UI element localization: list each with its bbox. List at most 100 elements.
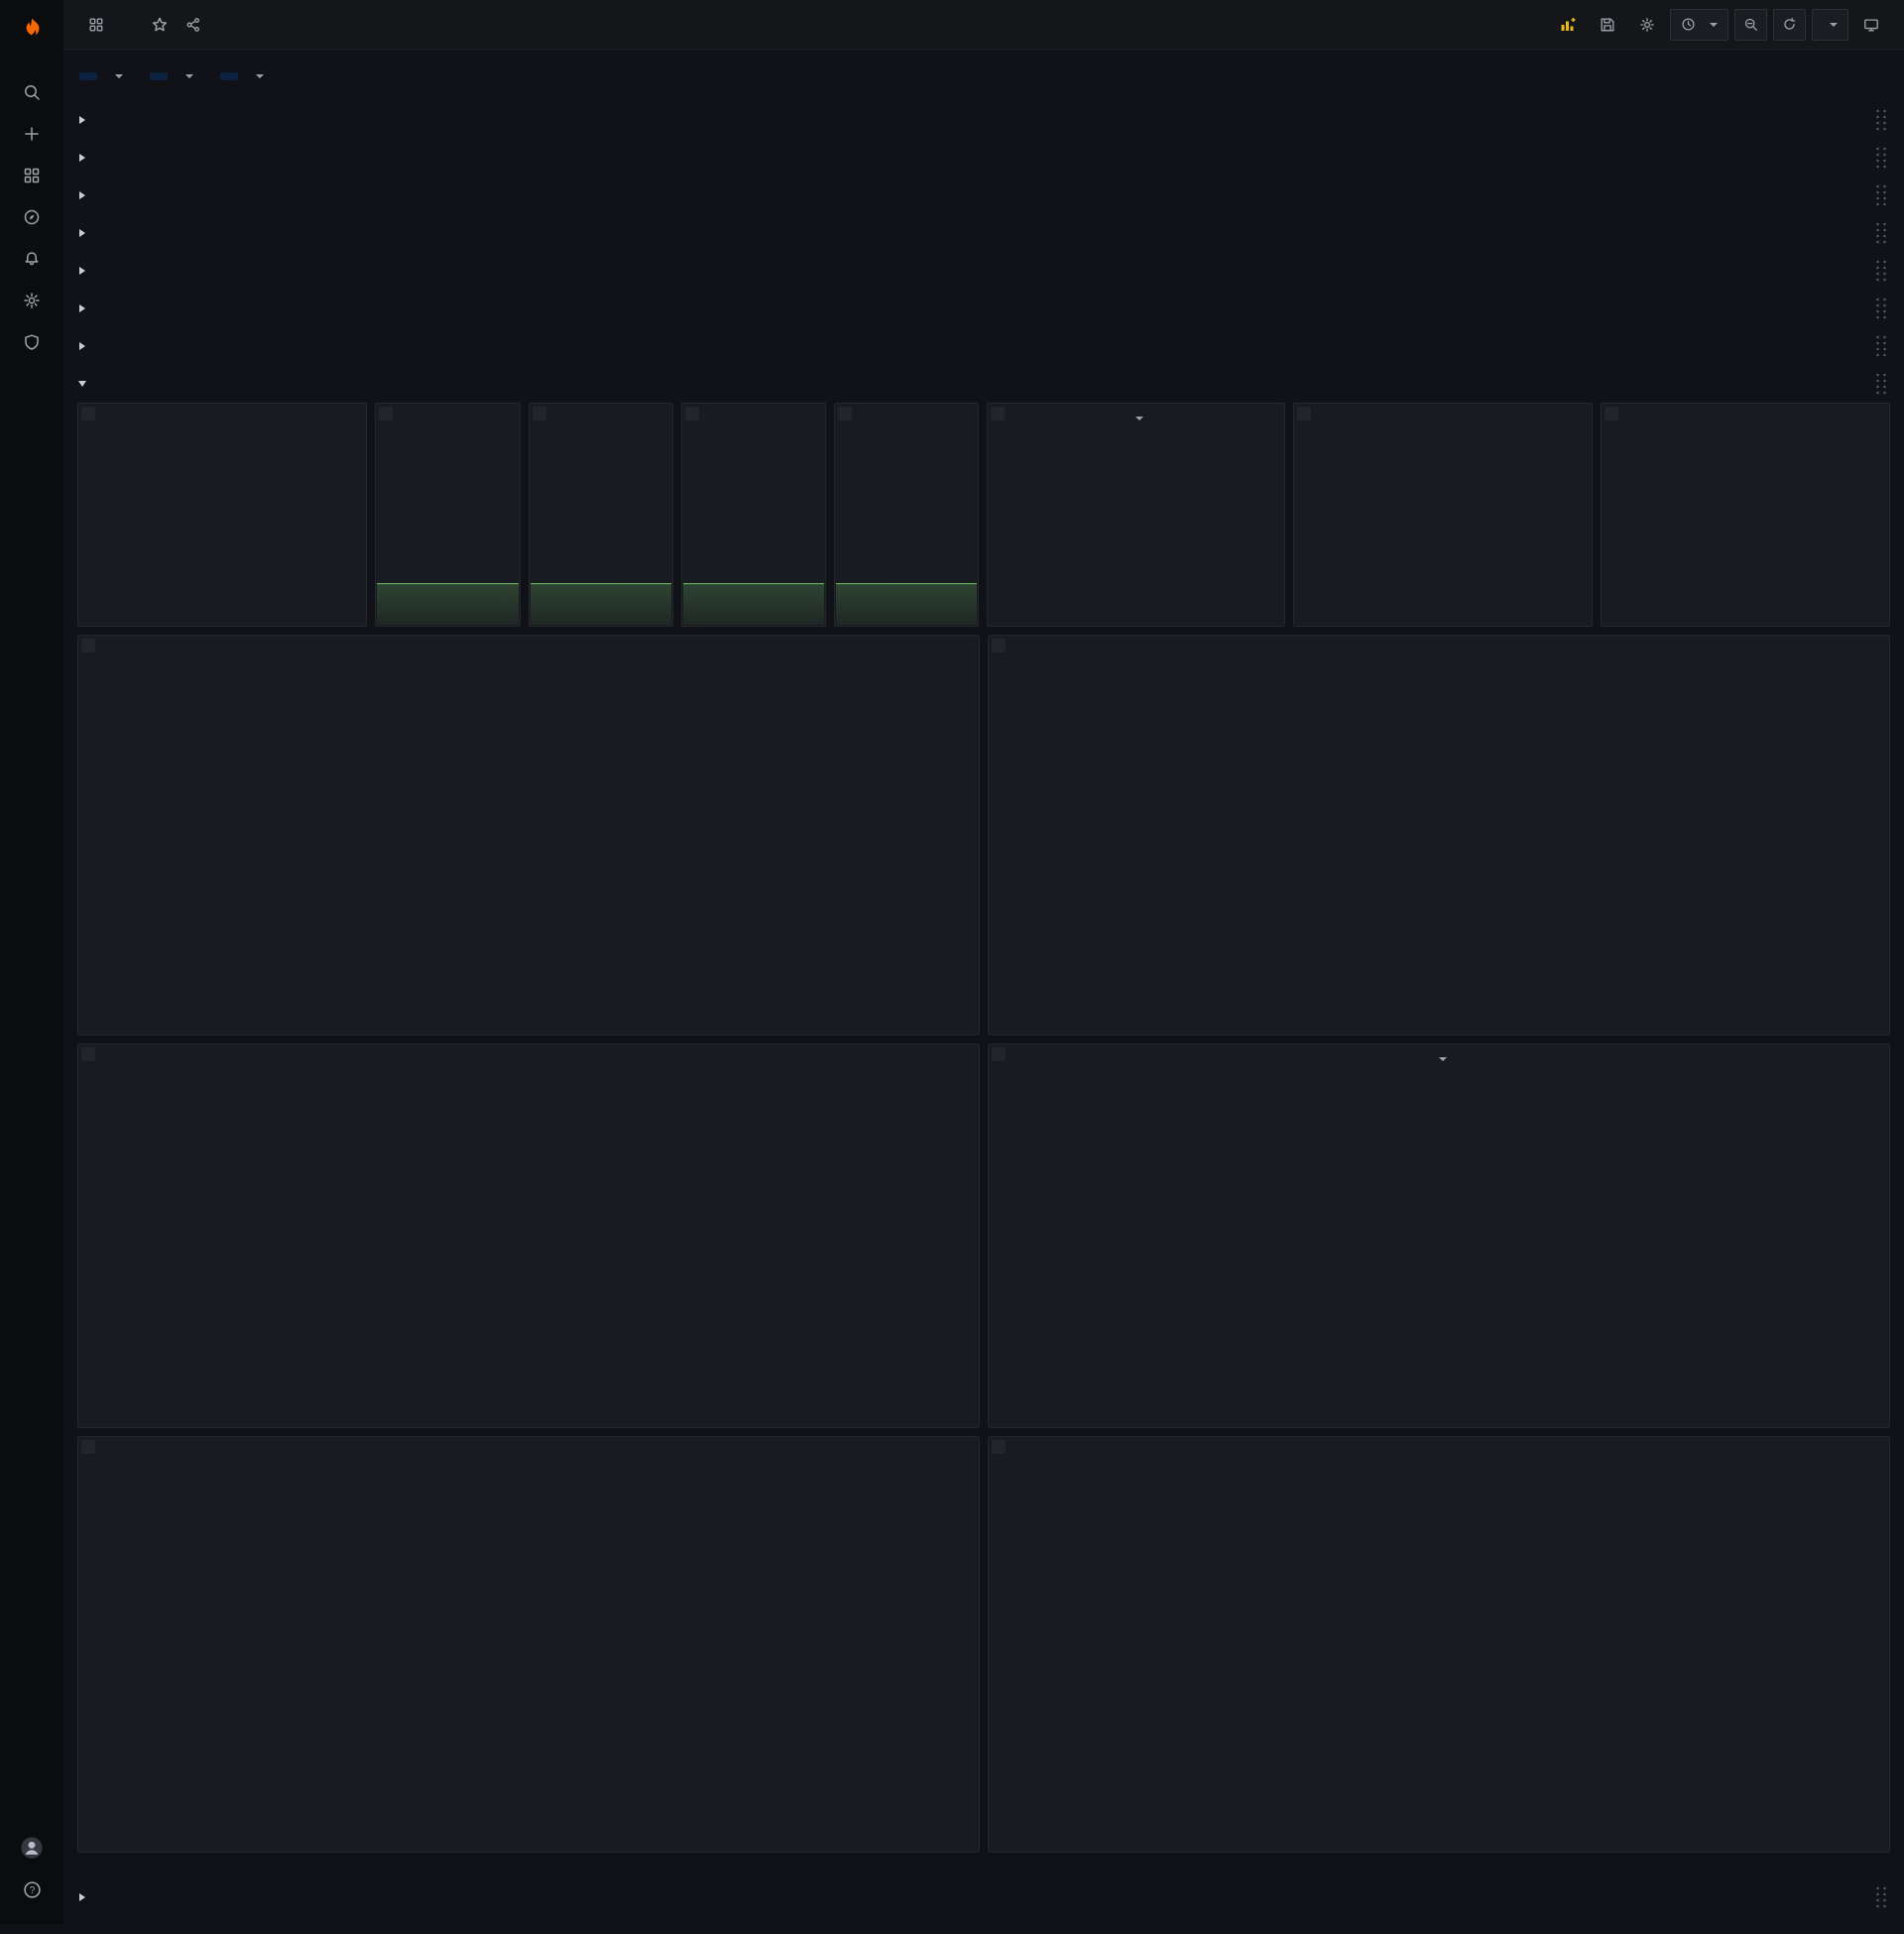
variable-value-dropdown[interactable] [99,70,132,82]
charts-row-3 [77,1436,1890,1853]
add-panel-icon[interactable] [1551,4,1585,46]
panel-title[interactable] [989,1437,1889,1467]
y-axis-label [84,1080,100,1417]
variable-value-dropdown[interactable] [170,70,202,82]
refresh-interval-select[interactable] [1812,9,1848,41]
row-drag-handle[interactable] [1874,334,1888,358]
refresh-button[interactable] [1773,9,1806,41]
stats-row [77,403,1890,627]
share-icon[interactable] [178,4,208,46]
panel-info-icon[interactable] [81,407,95,421]
panel-info-icon[interactable] [838,407,852,421]
variable-database [150,70,202,82]
chevron-down-icon [256,74,264,78]
right-axis-label [953,671,969,1025]
row-mnodes-overview[interactable] [77,177,1890,214]
row-login-history[interactable] [77,1878,1890,1916]
panel-title[interactable] [988,404,1284,433]
row-drag-handle[interactable] [1874,1885,1888,1909]
panel-title[interactable] [530,404,672,433]
panel-info-icon[interactable] [379,407,393,421]
zoom-out-button[interactable] [1734,9,1767,41]
panel-title[interactable] [1294,404,1591,433]
variable-fqdn [79,70,132,82]
panel-info-icon[interactable] [533,407,546,421]
user-avatar[interactable] [9,1827,55,1869]
plot-area[interactable] [1011,1080,1863,1395]
chevron-down-icon [78,381,86,387]
legend [989,1025,1889,1034]
row-database-demo[interactable] [77,252,1890,290]
configuration-gear-icon[interactable] [9,280,55,321]
panel-title[interactable] [78,1437,979,1467]
explore-compass-icon[interactable] [9,196,55,238]
dashboard-settings-icon[interactable] [1630,4,1664,46]
panel-title[interactable] [376,404,519,433]
svg-text:?: ? [29,1884,35,1895]
row-drag-handle[interactable] [1874,372,1888,396]
panel-ram-usage [988,635,1890,1035]
top-nav [63,0,1904,50]
plot-area[interactable] [100,1080,953,1395]
row-drag-handle[interactable] [1874,108,1888,132]
row-cluster-status[interactable] [77,101,1890,139]
plot-area[interactable] [1011,1473,1863,1820]
panel-title[interactable] [989,636,1889,665]
row-drag-handle[interactable] [1874,259,1888,283]
create-plus-icon[interactable] [9,113,55,155]
chevron-down-icon [1135,417,1143,421]
row-requests[interactable] [77,214,1890,252]
dashboard-grid-icon[interactable] [79,4,113,46]
panel-title[interactable] [78,1044,979,1074]
plot-area[interactable] [100,671,953,1003]
row-drag-handle[interactable] [1874,221,1888,245]
panel-info-icon[interactable] [685,407,699,421]
panel-title[interactable] [78,404,366,433]
alerting-bell-icon[interactable] [9,238,55,280]
panel-net [988,1436,1890,1853]
panel-info-icon[interactable] [1605,407,1618,421]
panel-title[interactable] [1602,404,1889,433]
star-icon[interactable] [145,4,175,46]
panel-uptime [77,403,367,627]
x-axis-ticks [100,1395,953,1417]
help-icon[interactable]: ? [9,1869,55,1910]
chevron-down-icon [1710,23,1718,27]
row-drag-handle[interactable] [1874,183,1888,207]
panel-info-icon[interactable] [992,639,1006,653]
panel-info-icon[interactable] [81,639,95,653]
right-axis-label [1863,671,1879,1025]
panel-info-icon[interactable] [1297,407,1311,421]
plot-area[interactable] [100,1473,953,1820]
dashboards-icon[interactable] [9,155,55,196]
save-icon[interactable] [1591,4,1624,46]
search-icon[interactable] [9,71,55,113]
panel-info-icon[interactable] [81,1440,95,1454]
row-drag-handle[interactable] [1874,297,1888,320]
row-database-test[interactable] [77,327,1890,365]
tv-mode-icon[interactable] [1854,4,1888,46]
panel-info-icon[interactable] [81,1047,95,1061]
stat-value [682,433,825,583]
panel-info-icon[interactable] [992,1440,1006,1454]
variable-value-dropdown[interactable] [240,70,273,82]
admin-shield-icon[interactable] [9,321,55,363]
panel-info-icon[interactable] [991,407,1005,421]
chevron-right-icon [79,1893,85,1901]
plot-area[interactable] [1011,671,1863,1003]
grafana-logo[interactable] [9,8,55,50]
row-dnodes-overview[interactable] [77,139,1890,177]
chevron-right-icon [79,191,85,199]
panel-title[interactable] [78,636,979,665]
panel-info-icon[interactable] [992,1047,1006,1061]
row-drag-handle[interactable] [1874,146,1888,170]
row-database-log[interactable] [77,290,1890,327]
row-dnode-usage[interactable] [77,365,1890,403]
panel-title[interactable] [989,1044,1889,1074]
chevron-right-icon [79,342,85,350]
panel-cpu-usage [77,635,980,1035]
charts-row-1 [77,635,1890,1035]
panel-title[interactable] [835,404,978,433]
time-range-picker[interactable] [1670,9,1728,41]
panel-title[interactable] [682,404,825,433]
